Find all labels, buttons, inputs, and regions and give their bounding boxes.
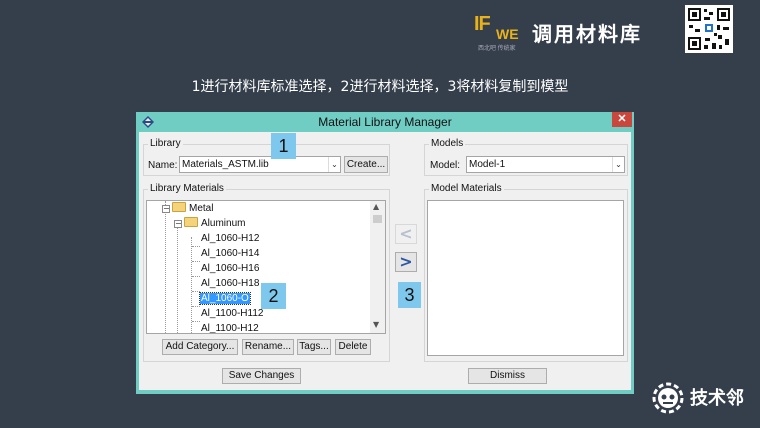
tree-item-label: Metal [189, 203, 214, 214]
library-group-label: Library [148, 138, 183, 149]
brand-logo-tagline: 西北吧 传统家 [478, 46, 516, 52]
tree-item-material[interactable]: Al_1060-H14 [201, 247, 259, 261]
brand-title: 调用材料库 [532, 22, 642, 46]
models-group-label: Models [429, 138, 466, 149]
tree-item-label: Aluminum [201, 218, 246, 229]
brand-logo-we: WE [496, 26, 519, 42]
tree-connector [192, 246, 200, 247]
model-materials-label: Model Materials [429, 183, 504, 194]
material-library-manager-window: Material Library Manager ✕ Library Name:… [136, 112, 634, 394]
qr-code-icon [685, 5, 733, 53]
tree-item-label: Al_1060-H14 [201, 248, 260, 259]
tree-item-material[interactable]: Al_1100-H12 [201, 322, 259, 334]
tree-scrollbar[interactable]: ▲ ▼ [370, 201, 385, 333]
chevron-down-icon: ⌄ [328, 157, 340, 172]
scroll-down-icon[interactable]: ▼ [373, 320, 379, 329]
save-changes-button[interactable]: Save Changes [222, 368, 301, 384]
tree-item-label: Al_1060-H18 [201, 278, 260, 289]
tree-item-material[interactable]: Al_1100-H112 [201, 307, 263, 321]
library-name-select[interactable]: Materials_ASTM.lib ⌄ [179, 156, 341, 173]
collapse-icon[interactable]: − [174, 220, 182, 228]
copy-to-model-button[interactable]: > [395, 252, 417, 272]
rename-button[interactable]: Rename... [242, 339, 294, 355]
folder-icon [172, 202, 186, 212]
dismiss-button[interactable]: Dismiss [468, 368, 547, 384]
library-name-value: Materials_ASTM.lib [182, 159, 269, 170]
folder-icon [184, 217, 198, 227]
tree-item-material[interactable]: Al_1060-H12 [201, 232, 259, 246]
step-badge-1: 1 [271, 133, 296, 159]
tree-item-label: Al_1060-H16 [201, 263, 260, 274]
brand-logo: IF WE 西北吧 传统家 [474, 13, 526, 53]
tree-connector [191, 237, 192, 333]
tree-connector [165, 201, 166, 333]
library-materials-tree[interactable]: − Metal − Aluminum Al_1060-H12 Al_1060-H14… [146, 200, 386, 334]
tags-button[interactable]: Tags... [297, 339, 331, 355]
brand-logo-if: IF [474, 13, 491, 35]
scroll-up-icon[interactable]: ▲ [373, 202, 379, 211]
dialog-body: Library Name: Materials_ASTM.lib ⌄ Creat… [139, 132, 631, 390]
model-select[interactable]: Model-1 ⌄ [466, 156, 625, 173]
copy-to-library-button[interactable]: < [395, 224, 417, 244]
tree-item-label: Al_1100-H112 [201, 308, 264, 319]
footer-brand-text: 技术邻 [690, 388, 744, 409]
tree-connector [192, 291, 200, 292]
collapse-icon[interactable]: − [162, 205, 170, 213]
tree-connector [192, 321, 200, 322]
tree-item-metal[interactable]: − Metal [162, 202, 213, 216]
window-title: Material Library Manager [318, 115, 452, 129]
tree-item-label: Al_1060-O [199, 292, 251, 305]
model-materials-list[interactable] [427, 200, 624, 356]
tree-item-label: Al_1060-H12 [201, 233, 260, 244]
step-badge-2: 2 [261, 283, 286, 309]
title-bar[interactable]: Material Library Manager ✕ [136, 112, 634, 132]
tree-connector [192, 276, 200, 277]
tree-connector [192, 261, 200, 262]
model-label: Model: [430, 160, 461, 171]
tree-item-label: Al_1100-H12 [201, 323, 259, 334]
step-badge-3: 3 [398, 282, 421, 308]
tree-item-material[interactable]: Al_1060-H16 [201, 262, 259, 276]
slide-title: 1进行材料库标准选择，2进行材料选择，3将材料复制到模型 [191, 79, 569, 95]
library-materials-label: Library Materials [148, 183, 226, 194]
model-value: Model-1 [469, 159, 506, 170]
tree-item-aluminum[interactable]: − Aluminum [174, 217, 245, 231]
scrollbar-thumb[interactable] [373, 215, 382, 223]
library-name-label: Name: [148, 160, 178, 171]
tree-connector [192, 306, 200, 307]
create-library-button[interactable]: Create... [344, 156, 388, 173]
close-button[interactable]: ✕ [612, 112, 632, 127]
robot-gear-icon [652, 382, 684, 414]
delete-button[interactable]: Delete [335, 339, 371, 355]
add-category-button[interactable]: Add Category... [162, 339, 238, 355]
chevron-down-icon: ⌄ [612, 157, 624, 172]
tree-item-material-selected[interactable]: Al_1060-O [199, 292, 251, 306]
tree-connector [177, 223, 178, 333]
tree-item-material[interactable]: Al_1060-H18 [201, 277, 259, 291]
